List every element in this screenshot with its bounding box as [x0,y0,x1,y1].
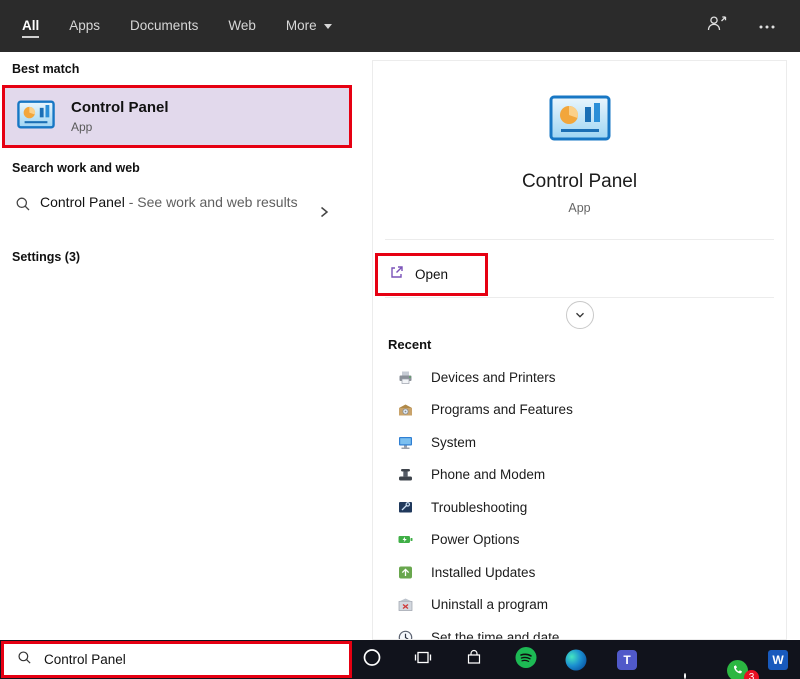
settings-header: Settings (3) [12,250,80,264]
search-filter-tabs: All Apps Documents Web More [22,0,332,52]
cortana-icon[interactable] [363,648,382,672]
open-label: Open [415,267,448,282]
tab-all-label: All [22,14,39,38]
topbar-actions [706,0,776,52]
best-match-header: Best match [12,62,79,76]
tab-all[interactable]: All [22,0,39,52]
recent-item-label: System [431,435,476,450]
recent-item-system[interactable]: System [373,426,786,459]
best-match-subtitle: App [71,120,169,134]
recent-item-devices-printers[interactable]: Devices and Printers [373,361,786,394]
notification-badge: 3 [744,670,759,679]
control-panel-icon [17,100,55,134]
tab-more-label: More [286,14,317,38]
tab-apps[interactable]: Apps [69,0,100,52]
uninstall-icon [397,596,414,613]
best-match-result[interactable]: Control Panel App [2,85,352,148]
divider [385,297,774,298]
recent-item-label: Programs and Features [431,402,573,417]
recent-item-label: Troubleshooting [431,500,527,515]
troubleshooting-icon [397,499,414,516]
recent-item-label: Installed Updates [431,565,535,580]
recent-list: Devices and Printers Programs and Featur… [373,361,786,640]
search-work-web-header: Search work and web [12,161,140,175]
printer-icon [397,369,414,386]
recent-item-label: Phone and Modem [431,467,545,482]
recent-item-phone-modem[interactable]: Phone and Modem [373,459,786,492]
tab-web-label: Web [228,14,256,38]
web-suggestion-text: Control Panel - See work and web results [40,192,306,213]
spotify-icon[interactable] [516,647,537,673]
start-search-panel: All Apps Documents Web More Best match [0,0,800,679]
recent-item-troubleshooting[interactable]: Troubleshooting [373,491,786,524]
recent-item-uninstall-program[interactable]: Uninstall a program [373,589,786,622]
control-panel-icon-large [549,95,611,146]
search-input[interactable] [44,652,294,667]
search-icon [15,196,31,217]
chevron-down-icon [573,308,587,322]
recent-item-label: Power Options [431,532,520,547]
power-icon [397,531,414,548]
search-filter-bar: All Apps Documents Web More [0,0,800,52]
updates-icon [397,564,414,581]
web-suggestion-suffix: - See work and web results [125,194,298,210]
recent-item-power-options[interactable]: Power Options [373,524,786,557]
task-view-icon[interactable] [414,648,432,671]
open-button[interactable]: Open [375,253,488,296]
recent-item-label: Devices and Printers [431,370,556,385]
phone-icon [397,466,414,483]
word-icon[interactable]: W [768,650,788,670]
chevron-right-icon[interactable] [318,204,330,225]
programs-icon [397,401,414,418]
tab-documents-label: Documents [130,14,198,38]
web-suggestion-row[interactable]: Control Panel - See work and web results [0,188,352,240]
account-icon[interactable] [706,15,728,37]
chevron-down-icon [324,24,332,29]
clock-icon [397,629,414,640]
recent-item-label: Uninstall a program [431,597,548,612]
recent-item-label: Set the time and date [431,630,559,640]
open-icon [389,264,405,285]
expand-actions-button[interactable] [566,301,594,329]
tab-web[interactable]: Web [228,0,256,52]
search-icon [17,650,32,670]
computer-icon [397,434,414,451]
microsoft-store-icon[interactable] [465,648,483,671]
preview-pane: Control Panel App Open Recent [372,60,787,640]
preview-subtitle: App [373,201,786,215]
best-match-text: Control Panel App [71,99,169,134]
divider [385,239,774,240]
tab-apps-label: Apps [69,14,100,38]
tab-more[interactable]: More [286,0,332,52]
teams-icon[interactable]: T [617,650,637,670]
recent-item-set-time-date[interactable]: Set the time and date [373,621,786,640]
recent-header: Recent [388,337,431,352]
taskbar-search-box[interactable] [1,641,352,678]
whatsapp-icon[interactable]: 3 [727,668,748,679]
best-match-title: Control Panel [71,99,169,116]
preview-title: Control Panel [373,171,786,193]
web-suggestion-query: Control Panel [40,194,125,210]
edge-browser-icon[interactable] [566,649,587,670]
recent-item-installed-updates[interactable]: Installed Updates [373,556,786,589]
recent-item-programs-features[interactable]: Programs and Features [373,394,786,427]
more-options-icon[interactable] [758,17,776,35]
tab-documents[interactable]: Documents [130,0,198,52]
